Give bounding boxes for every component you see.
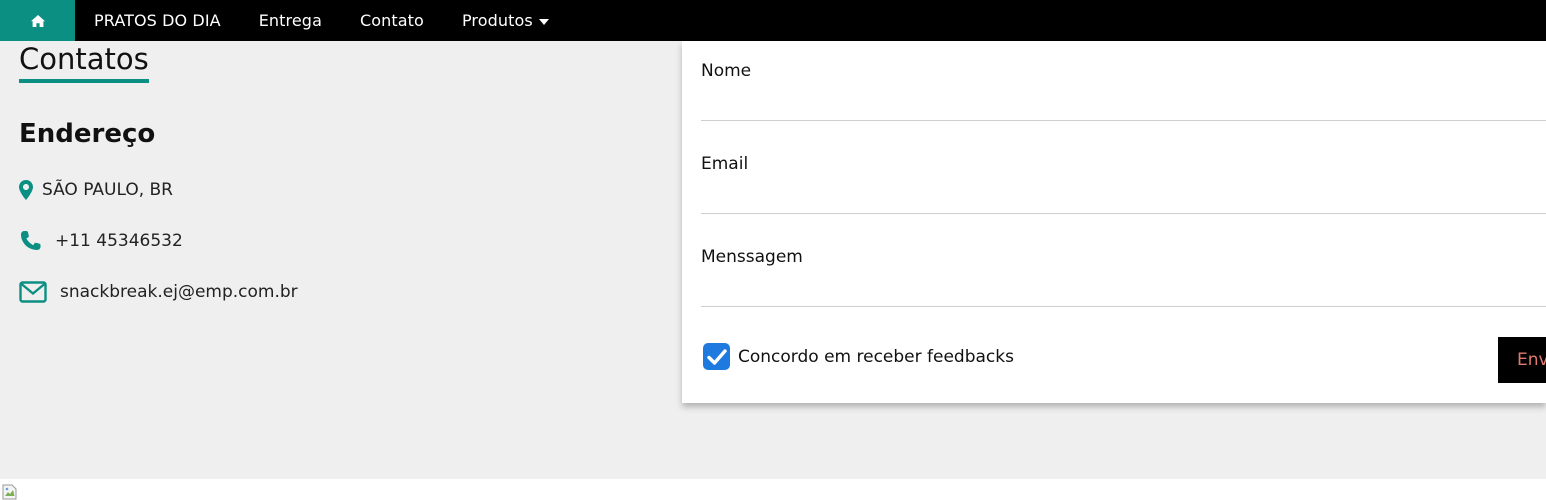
contact-form: Nome Email Menssagem Concordo em receber… [682,41,1546,403]
submit-button[interactable]: Enviar [1498,337,1546,383]
email-text: snackbreak.ej@emp.com.br [60,282,298,302]
nav-item-label: Contato [359,11,424,30]
home-icon [30,14,45,27]
map-marker-icon [19,180,33,200]
name-input[interactable] [701,91,1546,121]
message-label: Menssagem [701,247,803,267]
name-label: Nome [701,61,752,81]
nav-item-label: Entrega [258,11,322,30]
nav-item-produtos-dropdown[interactable]: Produtos [443,0,568,41]
phone-icon [19,230,43,252]
top-navbar: PRATOS DO DIA Entrega Contato Produtos [0,0,1546,41]
title-underline [19,79,149,83]
nav-home-button[interactable] [0,0,75,41]
message-input[interactable] [701,277,1546,307]
email-input[interactable] [701,184,1546,214]
email-row: snackbreak.ej@emp.com.br [19,281,298,303]
email-label: Email [701,154,749,174]
address-heading: Endereço [19,119,156,149]
page-title: Contatos [19,42,149,76]
nav-item-label: PRATOS DO DIA [94,11,221,30]
caret-down-icon [538,18,549,25]
phone-row: +11 45346532 [19,230,183,252]
nav-item-pratos-do-dia[interactable]: PRATOS DO DIA [75,0,240,41]
broken-image-icon [2,484,17,500]
submit-label: Enviar [1517,350,1546,370]
address-row: SÃO PAULO, BR [19,180,173,200]
consent-row: Concordo em receber feedbacks [703,343,1014,370]
nav-item-label: Produtos [461,11,533,30]
phone-text: +11 45346532 [55,231,183,251]
envelope-icon [19,281,47,303]
address-text: SÃO PAULO, BR [42,180,173,200]
consent-label: Concordo em receber feedbacks [738,346,1014,367]
nav-item-contato[interactable]: Contato [341,0,443,41]
nav-item-entrega[interactable]: Entrega [240,0,341,41]
consent-checkbox[interactable] [703,343,730,370]
checkmark-icon [706,348,727,365]
